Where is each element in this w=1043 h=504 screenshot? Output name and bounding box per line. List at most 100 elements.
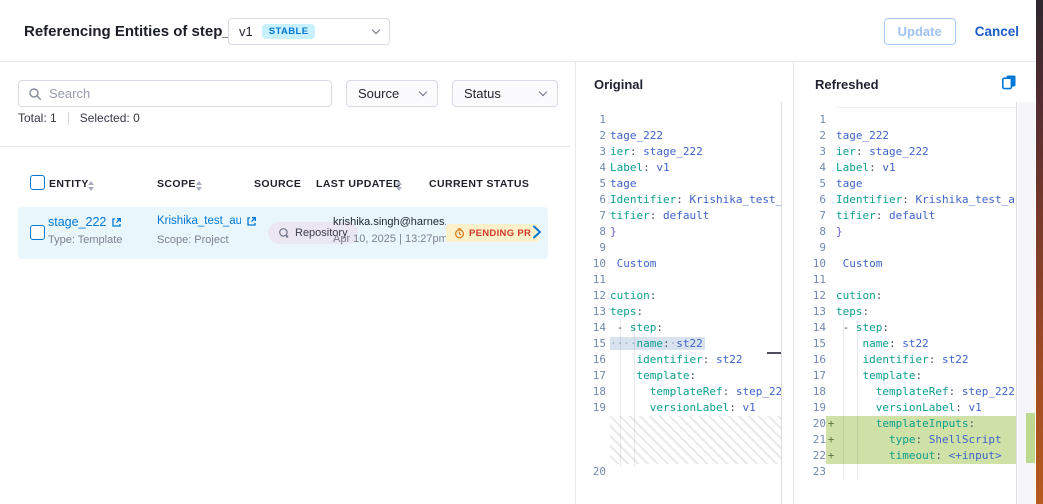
selected-text: ····name:·st22 — [610, 337, 705, 350]
select-all-checkbox[interactable] — [30, 175, 45, 190]
line-number: 10 — [584, 256, 606, 272]
code-line: 19 versionLabel: v1 — [576, 400, 781, 416]
diff-marker — [826, 176, 836, 192]
code-line: 9 — [794, 240, 1016, 256]
diff-marker — [826, 112, 836, 128]
header-actions: Update Cancel — [884, 18, 1019, 45]
sort-icon[interactable] — [88, 181, 94, 191]
line-number: 4 — [804, 160, 826, 176]
line-number: 19 — [804, 400, 826, 416]
status-filter-dropdown[interactable]: Status — [452, 80, 558, 107]
line-number: 6 — [584, 192, 606, 208]
source-filter-dropdown[interactable]: Source — [346, 80, 438, 107]
scope-detail: Scope: Project — [157, 234, 229, 246]
source-filter-label: Source — [358, 86, 399, 101]
diff-marker — [826, 352, 836, 368]
diff-marker: + — [826, 432, 836, 448]
last-updated-by: krishika.singh@harnes... — [333, 216, 446, 228]
code-line: 16 identifier: st22 — [576, 352, 781, 368]
status-badge-label: PENDING PR — [469, 228, 531, 239]
original-code-editor[interactable]: 12tage_2223ier: stage_2224Label: v15tage… — [576, 112, 793, 504]
diff-marker — [826, 288, 836, 304]
divider — [68, 112, 69, 125]
diff-marker — [826, 256, 836, 272]
divider — [0, 146, 570, 147]
diff-marker — [826, 368, 836, 384]
line-number: 14 — [804, 320, 826, 336]
repository-icon — [278, 227, 290, 239]
line-number: 20 — [804, 416, 826, 432]
code-line: 3ier: stage_222 — [576, 144, 781, 160]
scope-link[interactable]: Krishika_test_au... — [157, 215, 257, 227]
line-number: 11 — [584, 272, 606, 288]
line-number: 5 — [584, 176, 606, 192]
line-number: 3 — [804, 144, 826, 160]
line-number: 17 — [804, 368, 826, 384]
indent-guide — [634, 320, 635, 466]
entity-link[interactable]: stage_222 — [48, 215, 122, 229]
code-line: 4Label: v1 — [794, 160, 1016, 176]
line-number: 2 — [804, 128, 826, 144]
indent-guide — [857, 320, 858, 480]
column-entity: ENTITY — [49, 178, 89, 190]
code-line: 14 - step: — [576, 320, 781, 336]
line-number: 8 — [804, 224, 826, 240]
scrollbar[interactable] — [781, 102, 782, 504]
line-number: 4 — [584, 160, 606, 176]
last-updated-at: Apr 10, 2025 | 13:27pm — [333, 233, 446, 245]
code-line: 6Identifier: Krishika_test_aut — [794, 192, 1016, 208]
entities-panel: Source Status Total: 1 Selected: 0 ENTIT… — [0, 62, 570, 504]
diff-marker — [826, 464, 836, 480]
code-line: 3ier: stage_222 — [794, 144, 1016, 160]
diff-marker: + — [826, 448, 836, 464]
version-label: v1 — [239, 24, 253, 39]
update-button[interactable]: Update — [884, 18, 956, 45]
line-number: 13 — [804, 304, 826, 320]
chevron-down-icon — [539, 88, 547, 96]
count-summary: Total: 1 Selected: 0 — [18, 111, 140, 125]
version-select[interactable]: v1 STABLE — [228, 18, 390, 45]
search-input[interactable] — [49, 86, 322, 101]
scrollbar[interactable] — [1016, 102, 1017, 504]
refreshed-code-editor[interactable]: 12tage_2223ier: stage_2224Label: v15tage… — [794, 112, 1035, 504]
column-source: SOURCE — [254, 178, 301, 190]
code-line: 6Identifier: Krishika_test_aut — [576, 192, 781, 208]
line-number: 1 — [804, 112, 826, 128]
line-number: 15 — [804, 336, 826, 352]
line-number: 10 — [804, 256, 826, 272]
entity-type: Type: Template — [48, 234, 122, 246]
diff-marker — [826, 240, 836, 256]
line-number: 13 — [584, 304, 606, 320]
external-link-icon — [246, 216, 257, 227]
code-line: 21+ type: ShellScript — [794, 432, 1016, 448]
code-line: 9 — [576, 240, 781, 256]
diff-marker — [826, 304, 836, 320]
search-icon — [28, 87, 42, 101]
code-line: 11 — [576, 272, 781, 288]
sort-icon[interactable] — [396, 181, 402, 191]
line-number: 19 — [584, 400, 606, 416]
line-number: 16 — [804, 352, 826, 368]
cancel-button[interactable]: Cancel — [975, 24, 1019, 39]
diff-marker — [826, 272, 836, 288]
diff-marker — [826, 224, 836, 240]
line-number: 18 — [584, 384, 606, 400]
column-current-status: CURRENT STATUS — [429, 178, 529, 190]
line-number: 7 — [804, 208, 826, 224]
code-line: 8} — [794, 224, 1016, 240]
diff-sash-handle[interactable] — [767, 352, 781, 354]
table-row[interactable]: stage_222 Type: Template Krishika_test_a… — [18, 207, 548, 259]
chevron-right-icon[interactable] — [532, 224, 542, 240]
row-checkbox[interactable] — [30, 225, 45, 240]
status-filter-label: Status — [464, 86, 501, 101]
copy-icon[interactable] — [1001, 74, 1017, 90]
diff-marker — [826, 192, 836, 208]
line-number: 9 — [584, 240, 606, 256]
modal-header: Referencing Entities of step_222 v1 STAB… — [0, 0, 1043, 62]
original-panel: Original 12tage_2223ier: stage_2224Label… — [576, 62, 793, 504]
sort-icon[interactable] — [196, 181, 202, 191]
code-line: 5tage — [794, 176, 1016, 192]
search-input-wrap[interactable] — [18, 80, 332, 107]
code-line: 7tifier: default — [794, 208, 1016, 224]
total-count: Total: 1 — [18, 111, 57, 125]
